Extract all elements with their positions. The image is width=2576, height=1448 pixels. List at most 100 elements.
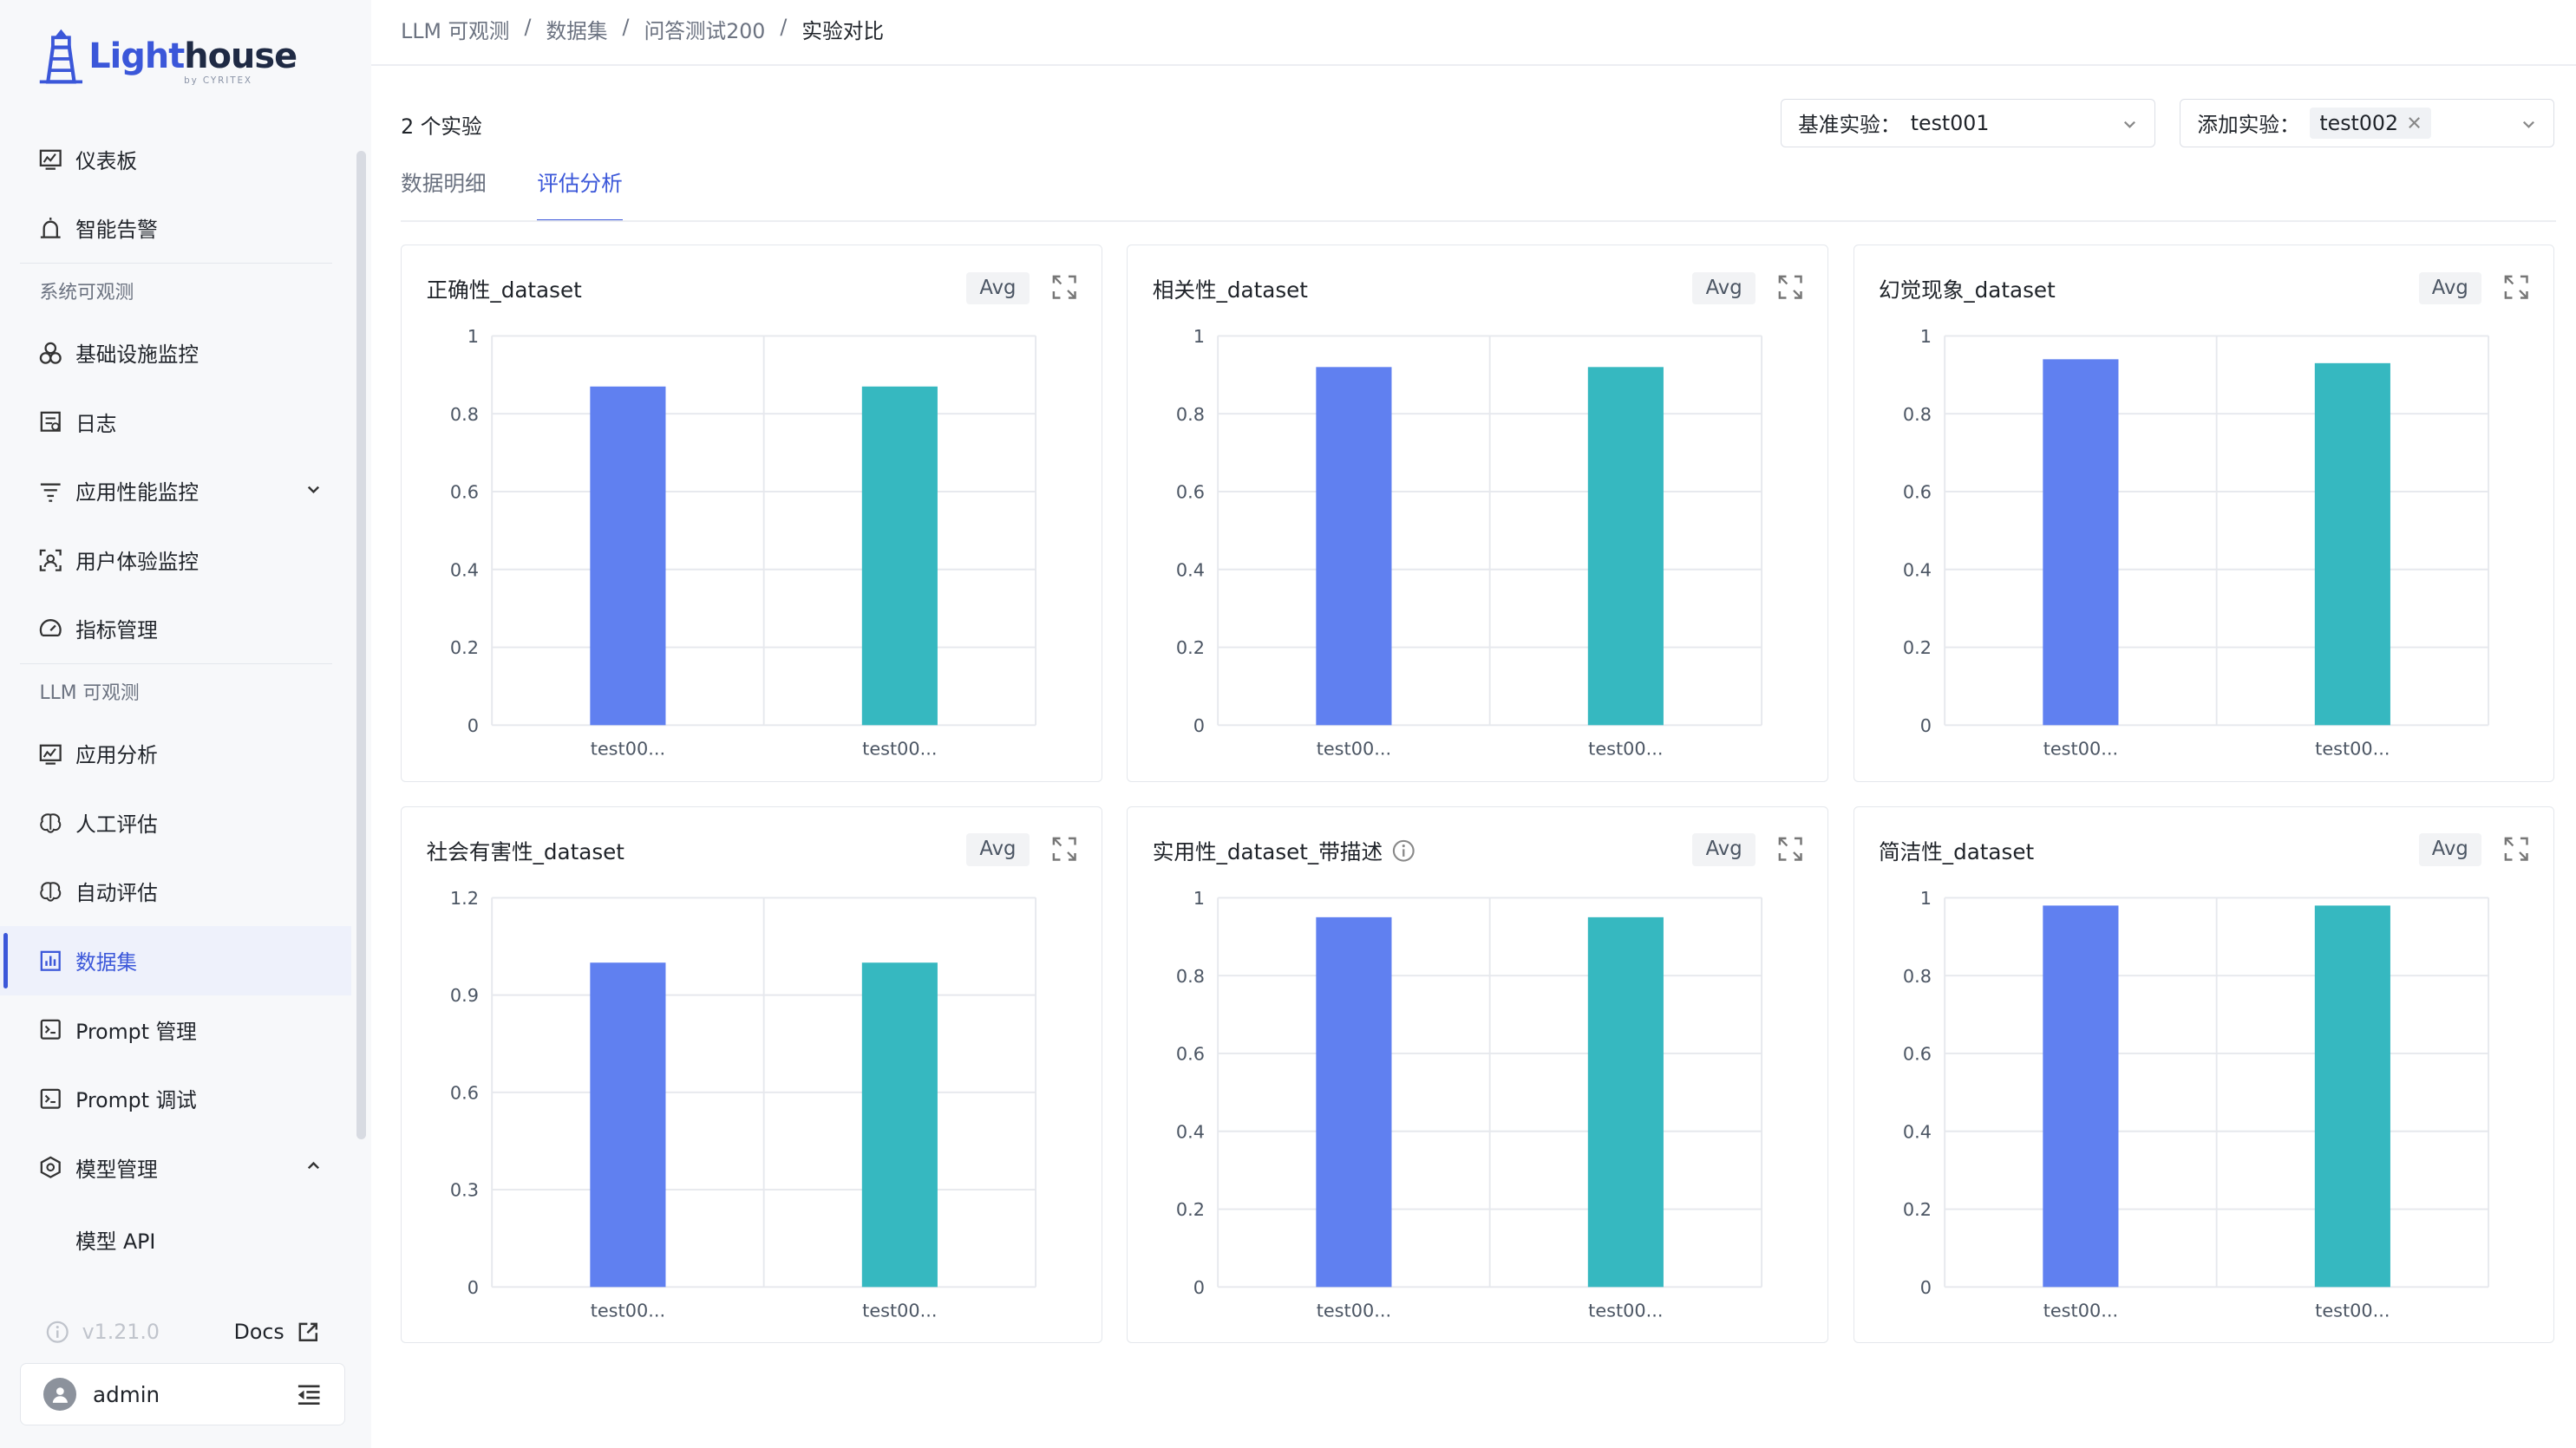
bar-chart: 0 0.2 0.4 0.6 0.8 1 test00... test00...: [1854, 873, 2556, 1345]
expand-icon[interactable]: [2504, 275, 2529, 300]
sidebar-item-app-analysis[interactable]: 应用分析: [0, 720, 351, 789]
chart-svg: 0 0.2 0.4 0.6 0.8 1 test00... test00...: [1176, 326, 1763, 759]
bar-chart: 0 0.3 0.6 0.9 1.2 test00... test00...: [402, 873, 1103, 1345]
expand-icon[interactable]: [1052, 837, 1076, 861]
expand-icon[interactable]: [2504, 837, 2529, 861]
sidebar-item-label: 自动评估: [75, 881, 158, 906]
bar[interactable]: [1588, 367, 1664, 726]
bar[interactable]: [2314, 362, 2390, 726]
sidebar-item-model-manage[interactable]: 模型管理: [0, 1133, 351, 1203]
bar[interactable]: [1316, 916, 1392, 1288]
tab-data-detail[interactable]: 数据明细: [401, 164, 486, 221]
tab-divider: [401, 219, 2557, 222]
sidebar-item-prompt-debug[interactable]: Prompt 调试: [0, 1064, 351, 1133]
sidebar-item-label: Prompt 调试: [75, 1088, 197, 1113]
collapse-menu-icon[interactable]: [297, 1384, 321, 1406]
y-tick-label: 0.8: [1902, 966, 1931, 987]
nav-group-llm: LLM 可观测: [19, 663, 332, 719]
y-tick-label: 0.6: [1902, 482, 1931, 503]
aggregation-select[interactable]: Avg: [966, 833, 1030, 867]
chart-svg: 0 0.2 0.4 0.6 0.8 1 test00... test00...: [1902, 326, 2489, 759]
bar[interactable]: [590, 962, 666, 1288]
version-info: v1.21.0: [46, 1320, 160, 1344]
aggregation-select[interactable]: Avg: [2418, 833, 2481, 867]
breadcrumb-qa-test[interactable]: 问答测试200: [644, 15, 766, 44]
bar[interactable]: [2042, 905, 2119, 1288]
base-experiment-select[interactable]: 基准实验： test001: [1781, 98, 2156, 148]
sidebar-item-rum[interactable]: 用户体验监控: [0, 525, 351, 595]
x-tick-label: test00...: [1317, 738, 1391, 759]
expand-icon[interactable]: [1778, 275, 1803, 300]
aggregation-select[interactable]: Avg: [1692, 271, 1755, 305]
y-tick-label: 0.4: [450, 559, 479, 580]
breadcrumb: LLM 可观测 / 数据集 / 问答测试200 / 实验对比: [401, 15, 884, 44]
tab-eval-analysis[interactable]: 评估分析: [537, 164, 623, 222]
sidebar-item-metric[interactable]: 指标管理: [0, 595, 351, 664]
bar[interactable]: [2314, 905, 2390, 1288]
sidebar: Lighthouse by CYRITEX 仪表板 智能告警 系统可观测 基础设…: [0, 0, 372, 1448]
breadcrumb-separator: /: [524, 15, 532, 40]
sidebar-subitem-model-api[interactable]: 模型 API: [0, 1202, 351, 1277]
bar[interactable]: [2042, 359, 2119, 726]
breadcrumb-dataset[interactable]: 数据集: [546, 15, 608, 44]
experiment-tag-label: test002: [2319, 111, 2398, 136]
bar[interactable]: [1316, 367, 1392, 726]
y-tick-label: 0.8: [1176, 966, 1205, 987]
info-icon[interactable]: [1392, 839, 1415, 863]
bar[interactable]: [861, 386, 938, 726]
sidebar-footer: v1.21.0 Docs admin: [19, 1308, 345, 1426]
add-experiment-label: 添加实验：: [2197, 113, 2300, 138]
sidebar-scrollbar[interactable]: [356, 151, 367, 1140]
user-menu[interactable]: admin: [19, 1363, 345, 1426]
sidebar-item-label: 仪表板: [75, 148, 138, 173]
chevron-down-icon[interactable]: [305, 481, 322, 498]
sidebar-item-label: 人工评估: [75, 812, 158, 837]
y-tick-label: 1: [1919, 326, 1931, 347]
sidebar-item-log[interactable]: 日志: [0, 388, 351, 457]
avatar: [43, 1378, 77, 1411]
sidebar-item-alarm[interactable]: 智能告警: [0, 193, 351, 263]
expand-icon[interactable]: [1778, 837, 1803, 861]
sidebar-item-dataset[interactable]: 数据集: [0, 926, 352, 995]
aggregation-select[interactable]: Avg: [2418, 271, 2481, 305]
chart-card: 社会有害性_dataset Avg 0 0.3 0.6 0.9 1.2 test00... te…: [401, 806, 1103, 1345]
x-tick-label: test00...: [2315, 1300, 2390, 1321]
chart-card: 幻觉现象_dataset Avg 0 0.2 0.4 0.6 0.8 1 test00... te…: [1853, 245, 2555, 782]
docs-link[interactable]: Docs: [234, 1320, 319, 1344]
sidebar-item-label: 模型管理: [75, 1157, 158, 1182]
y-tick-label: 0: [1193, 1277, 1205, 1298]
header-divider: [371, 63, 2576, 66]
close-icon[interactable]: [2408, 116, 2421, 129]
y-tick-label: 0.6: [1176, 1043, 1205, 1064]
info-icon: [46, 1321, 69, 1343]
apm-icon: [39, 479, 62, 503]
breadcrumb-llm[interactable]: LLM 可观测: [401, 15, 509, 44]
sidebar-item-auto-eval[interactable]: 自动评估: [0, 858, 351, 927]
y-tick-label: 0.4: [1902, 1121, 1931, 1142]
breadcrumb-separator: /: [780, 15, 788, 40]
chevron-up-icon[interactable]: [305, 1158, 322, 1174]
add-experiment-select[interactable]: 添加实验： test002: [2180, 98, 2555, 148]
bar[interactable]: [861, 962, 938, 1288]
aggregation-select[interactable]: Avg: [966, 271, 1030, 305]
sidebar-item-dashboard[interactable]: 仪表板: [0, 125, 351, 194]
sidebar-item-manual-eval[interactable]: 人工评估: [0, 788, 351, 858]
y-tick-label: 0.2: [1902, 1199, 1931, 1220]
aggregation-select[interactable]: Avg: [1692, 833, 1755, 867]
y-tick-label: 1: [467, 326, 479, 347]
sidebar-item-prompt-manage[interactable]: Prompt 管理: [0, 995, 351, 1065]
base-experiment-value: test001: [1910, 111, 1990, 136]
bar[interactable]: [1588, 916, 1664, 1288]
x-tick-label: test00...: [1317, 1300, 1391, 1321]
rum-icon: [39, 549, 62, 572]
bar[interactable]: [590, 386, 666, 726]
lighthouse-icon: [39, 29, 82, 84]
y-tick-label: 0: [467, 715, 479, 736]
sidebar-item-apm[interactable]: 应用性能监控: [0, 457, 351, 526]
sidebar-item-label: 数据集: [75, 949, 138, 975]
logo[interactable]: Lighthouse by CYRITEX: [36, 26, 297, 95]
sidebar-item-infra[interactable]: 基础设施监控: [0, 318, 351, 388]
x-tick-label: test00...: [1589, 1300, 1664, 1321]
sidebar-item-label: 智能告警: [75, 218, 158, 243]
expand-icon[interactable]: [1052, 275, 1076, 300]
